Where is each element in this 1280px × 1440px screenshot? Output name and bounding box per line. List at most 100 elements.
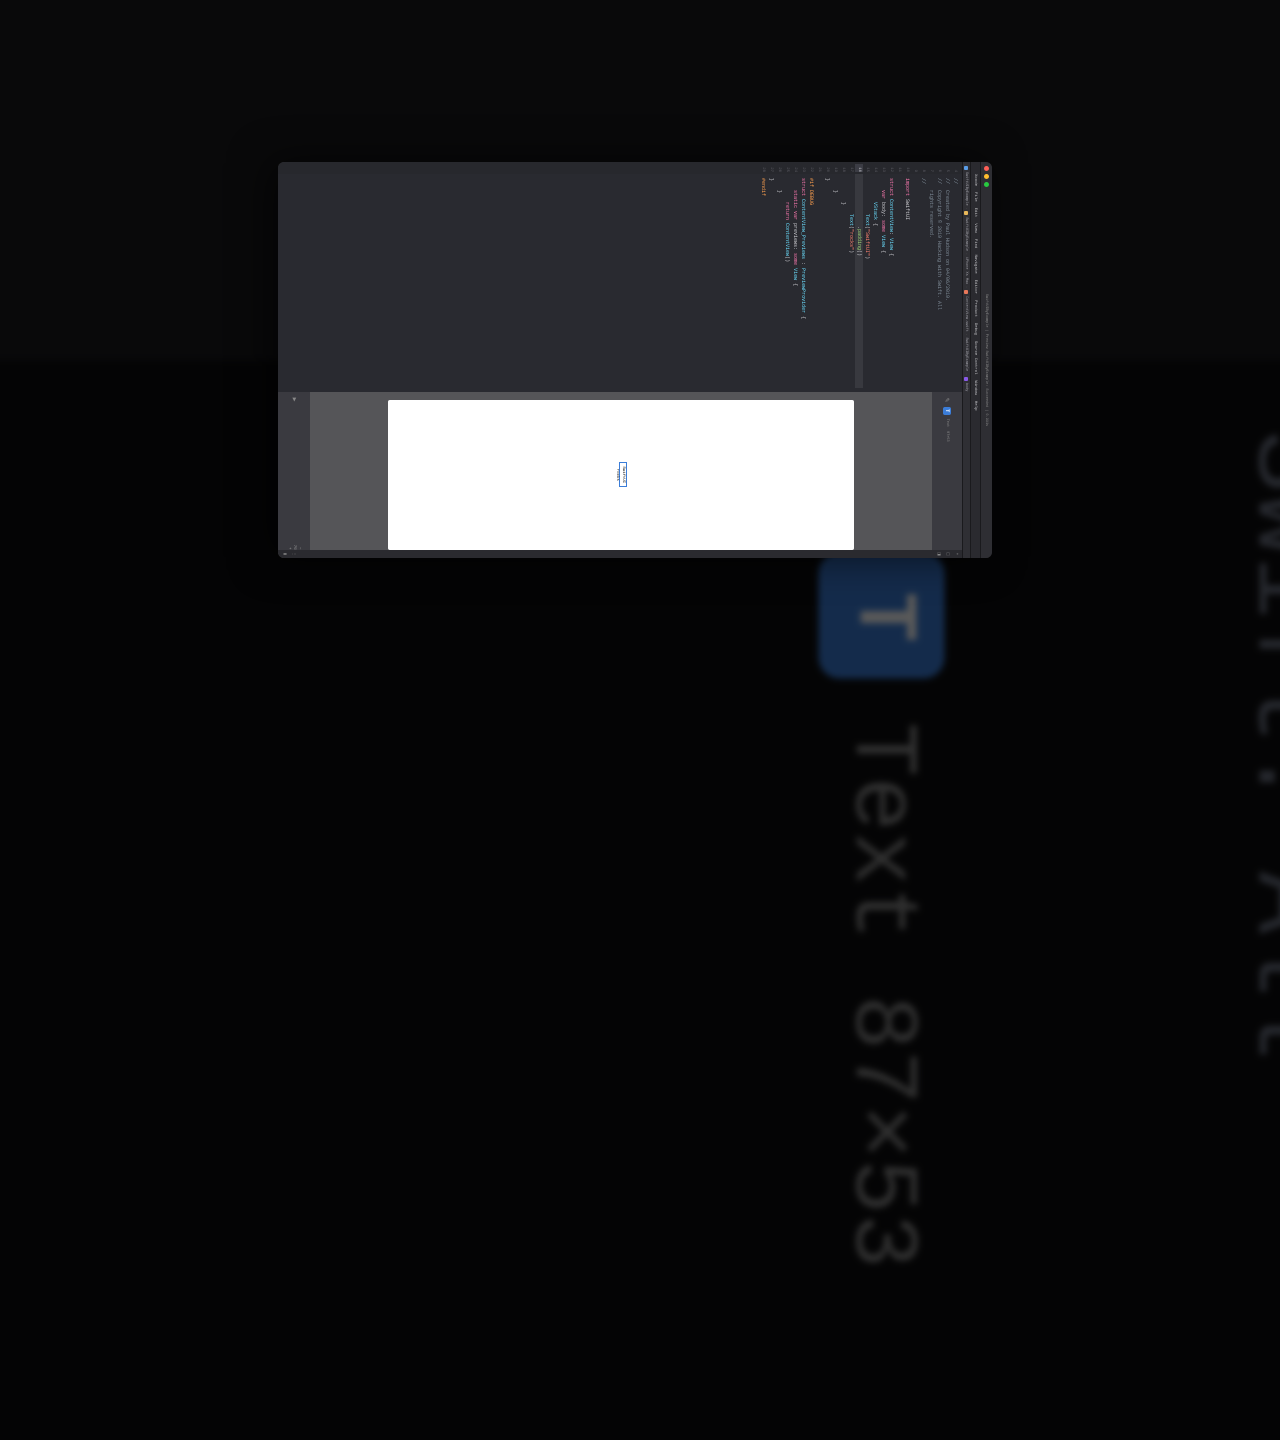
crumb-project[interactable]: SwiftUIByExample xyxy=(965,172,969,206)
code-line[interactable] xyxy=(911,178,919,388)
canvas-preview: ✎ T Text 87×53 SwiftUI rocks ▶ − 75% xyxy=(278,392,962,558)
live-preview-icon[interactable]: ▶ xyxy=(291,398,297,402)
code-line[interactable]: } xyxy=(839,178,847,388)
line-number: 5 xyxy=(943,164,951,172)
code-line[interactable]: .padding() xyxy=(855,174,863,388)
selection-dimensions: 87×53 xyxy=(945,431,949,442)
code-content[interactable]: //// Created by Paul Hudson on 04/06/201… xyxy=(278,174,962,392)
line-number: 14 xyxy=(871,164,879,172)
panel-toggle-icon[interactable]: ▢ xyxy=(945,552,951,556)
line-number: 18 xyxy=(839,164,847,172)
code-line[interactable]: return ContentView() xyxy=(783,178,791,388)
line-number: 19 xyxy=(831,164,839,172)
code-line[interactable] xyxy=(815,178,823,388)
code-line[interactable]: Text("rocks") xyxy=(847,178,855,388)
menu-navigate[interactable]: Navigate xyxy=(974,254,978,273)
build-status: SwiftUIByExample | Preview SwiftUIByExam… xyxy=(985,294,989,426)
text-badge-icon: T xyxy=(819,554,945,680)
code-editor[interactable]: 4567891011121314151617181920212223242526… xyxy=(278,162,962,392)
menu-file[interactable]: File xyxy=(974,192,978,202)
line-number: 25 xyxy=(783,164,791,172)
pin-icon[interactable]: ✎ xyxy=(944,398,951,403)
crumb-symbol[interactable]: body xyxy=(965,383,969,391)
menu-debug[interactable]: Debug xyxy=(974,323,978,335)
menu-product[interactable]: Product xyxy=(974,300,978,317)
traffic-lights xyxy=(984,166,989,187)
swift-file-icon xyxy=(965,290,969,294)
vstack-render: SwiftUI rocks xyxy=(615,462,627,487)
line-number: 24 xyxy=(791,164,799,172)
crumb-type[interactable]: SwiftUIByExample xyxy=(965,338,969,372)
code-line[interactable]: static var previews: some View { xyxy=(791,178,799,388)
code-line[interactable]: } xyxy=(775,178,783,388)
menu-view[interactable]: View xyxy=(974,223,978,233)
jump-bar[interactable]: SwiftUIByExample › SwiftUIByExample › iP… xyxy=(962,162,970,558)
chevron-right-icon: › xyxy=(965,208,968,210)
preview-text-swiftui[interactable]: SwiftUI xyxy=(619,462,627,487)
chevron-right-icon: › xyxy=(965,253,968,255)
preview-text-rocks[interactable]: rocks xyxy=(615,469,619,481)
bg-swift-fragment: Swift. All xyxy=(1225,430,1280,1440)
code-line[interactable]: struct ContentView: View { xyxy=(887,178,895,388)
line-number: 13 xyxy=(879,164,887,172)
line-gutter: 4567891011121314151617181920212223242526… xyxy=(278,162,962,174)
line-number: 11 xyxy=(895,164,903,172)
code-line[interactable]: #if DEBUG xyxy=(807,178,815,388)
right-sidebar-icons: + ▢ ◨ ⋮ ▮ xyxy=(278,550,962,558)
folder-icon xyxy=(965,211,969,215)
preview-header: ✎ T Text 87×53 xyxy=(932,392,962,558)
code-line[interactable]: // Created by Paul Hudson on 04/06/2019. xyxy=(943,178,951,388)
library-icon[interactable]: + xyxy=(954,553,958,555)
menu-help[interactable]: Help xyxy=(974,401,978,411)
menubar: Xcode File Edit View Find Navigate Edito… xyxy=(970,162,980,558)
line-number: 12 xyxy=(887,164,895,172)
line-number: 28 xyxy=(759,164,767,172)
preview-canvas[interactable]: SwiftUI rocks xyxy=(310,392,932,558)
close-button[interactable] xyxy=(984,166,989,171)
crumb-file[interactable]: ContentView.swift xyxy=(965,296,969,332)
code-line[interactable]: Text("SwiftUI") xyxy=(863,178,871,388)
wifi-icon: ⋮ xyxy=(291,552,297,556)
maximize-button[interactable] xyxy=(984,182,989,187)
bg-dim-fragment: Text 87×53 xyxy=(829,722,934,1268)
code-line[interactable]: struct ContentView_Previews : PreviewPro… xyxy=(799,178,807,388)
menu-find[interactable]: Find xyxy=(974,239,978,249)
line-number: 7 xyxy=(927,164,935,172)
code-line[interactable]: } xyxy=(831,178,839,388)
code-line[interactable]: var body: some View { xyxy=(879,178,887,388)
selection-label: Text xyxy=(945,419,949,427)
inspector-icon[interactable]: ◨ xyxy=(936,552,942,556)
code-line[interactable]: } xyxy=(823,178,831,388)
line-number: 17 xyxy=(847,164,855,172)
code-line[interactable]: } xyxy=(767,178,775,388)
line-number: 21 xyxy=(815,164,823,172)
line-number: 23 xyxy=(799,164,807,172)
minimize-button[interactable] xyxy=(984,174,989,179)
code-line[interactable]: rights reserved. xyxy=(927,178,935,388)
line-number: 27 xyxy=(767,164,775,172)
crumb-folder[interactable]: SwiftUIByExample xyxy=(965,217,969,251)
menu-window[interactable]: Window xyxy=(974,381,978,395)
menu-xcode[interactable]: Xcode xyxy=(974,174,978,186)
text-type-icon: T xyxy=(943,407,951,415)
line-number: 6 xyxy=(935,164,943,172)
line-number: 4 xyxy=(951,164,959,172)
code-line[interactable]: VStack { xyxy=(871,178,879,388)
device-screen: SwiftUI rocks xyxy=(388,400,855,550)
line-number: 22 xyxy=(807,164,815,172)
preview-footer: ▶ − 75% + xyxy=(278,392,310,558)
line-number: 8 xyxy=(919,164,927,172)
code-line[interactable]: #endif xyxy=(759,178,767,388)
code-line[interactable]: // xyxy=(919,178,927,388)
property-icon xyxy=(965,377,969,381)
menu-source-control[interactable]: Source Control xyxy=(974,341,978,375)
code-line[interactable]: // Copyright © 2019 Hacking with Swift. … xyxy=(935,178,943,388)
titlebar: SwiftUIByExample | Preview SwiftUIByExam… xyxy=(980,162,992,558)
code-line[interactable]: import SwiftUI xyxy=(903,178,911,388)
project-icon xyxy=(965,166,969,170)
menu-editor[interactable]: Editor xyxy=(974,280,978,294)
crumb-device[interactable]: iPhone Xs Max xyxy=(965,257,969,284)
menu-edit[interactable]: Edit xyxy=(974,208,978,218)
code-line[interactable] xyxy=(895,178,903,388)
code-line[interactable]: // xyxy=(951,178,959,388)
